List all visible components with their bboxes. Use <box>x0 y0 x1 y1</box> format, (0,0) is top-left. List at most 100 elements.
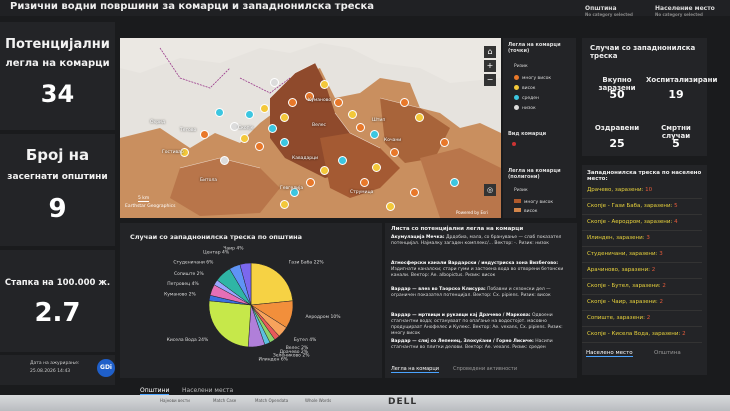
place-list-item[interactable]: Скопје - Аеродром, заразени: 4 <box>587 219 678 225</box>
tab-activities[interactable]: Спроведени активности <box>453 366 517 372</box>
municipality-filter-label[interactable]: Општина <box>585 5 617 12</box>
legend-dot-high <box>514 85 519 90</box>
map-view[interactable]: Скопје Тетово Гостивар Велес Куманово Штип Коч… <box>120 38 501 218</box>
footer-link-1[interactable]: Match Case <box>213 398 236 403</box>
map-point[interactable] <box>320 166 329 175</box>
map-point[interactable] <box>240 134 249 143</box>
map-point[interactable] <box>215 108 224 117</box>
map-point[interactable] <box>270 78 279 87</box>
rate-title: Стапка на 100.000 ж. <box>4 278 111 288</box>
place-count: 2 <box>659 299 663 305</box>
breeding-sites-kpi: Потенцијални легла на комарци 34 <box>0 22 115 130</box>
legend-label: среден <box>522 96 539 101</box>
pie-label: Илинден 6% <box>258 357 288 363</box>
tab-place[interactable]: Населено место <box>586 350 633 357</box>
map-point[interactable] <box>280 200 289 209</box>
zoom-in-icon[interactable]: + <box>484 60 496 72</box>
divider <box>582 342 702 343</box>
pie-chart[interactable]: Гази Баба 22%Аеродром 10%Бутел 4%Велес 2… <box>120 243 382 378</box>
map-point[interactable] <box>372 163 381 172</box>
place-list-item[interactable]: Скопје - Чаир, заразени: 2 <box>587 299 663 305</box>
tab-municipality[interactable]: Општина <box>654 350 681 356</box>
rate-kpi: Стапка на 100.000 ж. 2.7 <box>0 250 115 352</box>
rate-value: 2.7 <box>34 298 81 328</box>
pie-label: Петровец 4% <box>167 281 199 287</box>
feed-entry[interactable]: Вардар — мртвици и рукавци кај Драчево /… <box>391 313 571 337</box>
update-label: Дата на ажурирање: <box>30 361 80 366</box>
map-legend: Легла на комарци (точки) Ризик многу вис… <box>503 38 576 218</box>
pie-slice[interactable] <box>208 300 252 348</box>
map-point[interactable] <box>200 130 209 139</box>
map-point[interactable] <box>320 80 329 89</box>
map-point[interactable] <box>410 188 419 197</box>
pie-label: Аеродром 10% <box>305 314 341 320</box>
map-canvas[interactable] <box>120 38 501 218</box>
pie-label: Гази Баба 22% <box>289 259 325 265</box>
legend-label: висок <box>522 86 536 91</box>
map-city-label: Тетово <box>180 128 197 133</box>
legend-label: висок <box>524 209 538 214</box>
map-point[interactable] <box>360 178 369 187</box>
place-count: 2 <box>682 331 686 337</box>
map-point[interactable] <box>334 98 343 107</box>
map-point[interactable] <box>400 98 409 107</box>
map-scale: 5 km <box>138 196 150 202</box>
place-name: Студеничани, заразени: <box>587 251 658 257</box>
map-point[interactable] <box>450 178 459 187</box>
feed-entry-heading: Акумулација Мечка: <box>391 235 445 240</box>
legend-item-2: среден <box>514 95 539 101</box>
place-filter-value[interactable]: No category selected <box>655 12 703 17</box>
map-city-label: Охрид <box>150 120 166 125</box>
map-point[interactable] <box>288 98 297 107</box>
footer-link-3[interactable]: Whole Words <box>305 398 331 403</box>
tab-municipalities[interactable]: Општини <box>140 387 170 395</box>
place-list-item[interactable]: Скопје - Бутел, заразени: 2 <box>587 283 666 289</box>
zoom-out-icon[interactable]: − <box>484 74 496 86</box>
place-list-item[interactable]: Студеничани, заразени: 3 <box>587 251 663 257</box>
place-list-item[interactable]: Скопје - Гази Баба, заразени: 5 <box>587 203 678 209</box>
map-point[interactable] <box>356 123 365 132</box>
place-filter-label[interactable]: Население место <box>655 5 715 12</box>
municipality-filter-value[interactable]: No category selected <box>585 12 633 17</box>
map-point[interactable] <box>280 113 289 122</box>
map-point[interactable] <box>386 202 395 211</box>
pie-slice[interactable] <box>250 262 294 306</box>
place-list-item[interactable]: Скопје - Кисела Вода, заразени: 2 <box>587 331 686 337</box>
map-point[interactable] <box>440 138 449 147</box>
feed-entry[interactable]: Вардар — слиј со Лепенец, Злокуќани / Го… <box>391 339 571 351</box>
tab-places[interactable]: Населени места <box>182 387 233 394</box>
feed-entry[interactable]: Акумулација Мечка: Дрдобиа, мала, со бра… <box>391 235 571 247</box>
tab-breeding-sites[interactable]: Легла на комарци <box>391 366 439 373</box>
home-icon[interactable]: ⌂ <box>484 46 496 58</box>
map-point[interactable] <box>220 156 229 165</box>
divider <box>582 230 702 231</box>
map-point[interactable] <box>306 178 315 187</box>
legend-item-1: висок <box>514 85 536 91</box>
map-point[interactable] <box>370 130 379 139</box>
map-point[interactable] <box>280 138 289 147</box>
wnv-stats-panel: Случаи со западнонилска треска Вкупно за… <box>582 38 717 156</box>
map-point[interactable] <box>390 148 399 157</box>
place-list-item[interactable]: Илинден, заразени: 3 <box>587 235 650 241</box>
footer-link-0[interactable]: Најнови вести <box>160 398 190 403</box>
place-list-title: Западнонилска треска по населено место: <box>587 170 702 182</box>
breeding-site-feed: Листа со потенцијални легла на комарци А… <box>385 223 577 378</box>
map-point[interactable] <box>415 113 424 122</box>
place-list-item[interactable]: Арачиново, заразени: 2 <box>587 267 655 273</box>
feed-entry[interactable]: Вардар — влез во Таорско Клисура: Побавн… <box>391 287 571 299</box>
locate-icon[interactable]: ◎ <box>484 184 496 196</box>
place-list-item[interactable]: Драчево, заразени: 10 <box>587 187 652 193</box>
map-point[interactable] <box>348 110 357 119</box>
place-list-item[interactable]: Сопиште, заразени: 2 <box>587 315 650 321</box>
map-point[interactable] <box>245 110 254 119</box>
map-point[interactable] <box>268 124 277 133</box>
map-point[interactable] <box>260 104 269 113</box>
map-point[interactable] <box>338 156 347 165</box>
map-point[interactable] <box>255 142 264 151</box>
feed-entry[interactable]: Атмосферски канали Вардарски / индустрис… <box>391 261 571 279</box>
total-infected-value: 50 <box>609 88 625 101</box>
gdi-logo: GDi <box>97 359 115 377</box>
footer-link-2[interactable]: Match Opendata <box>255 398 288 403</box>
feed-entry-heading: Вардар — влез во Таорско Клисура: <box>391 287 486 292</box>
municipalities-value: 9 <box>48 194 67 224</box>
